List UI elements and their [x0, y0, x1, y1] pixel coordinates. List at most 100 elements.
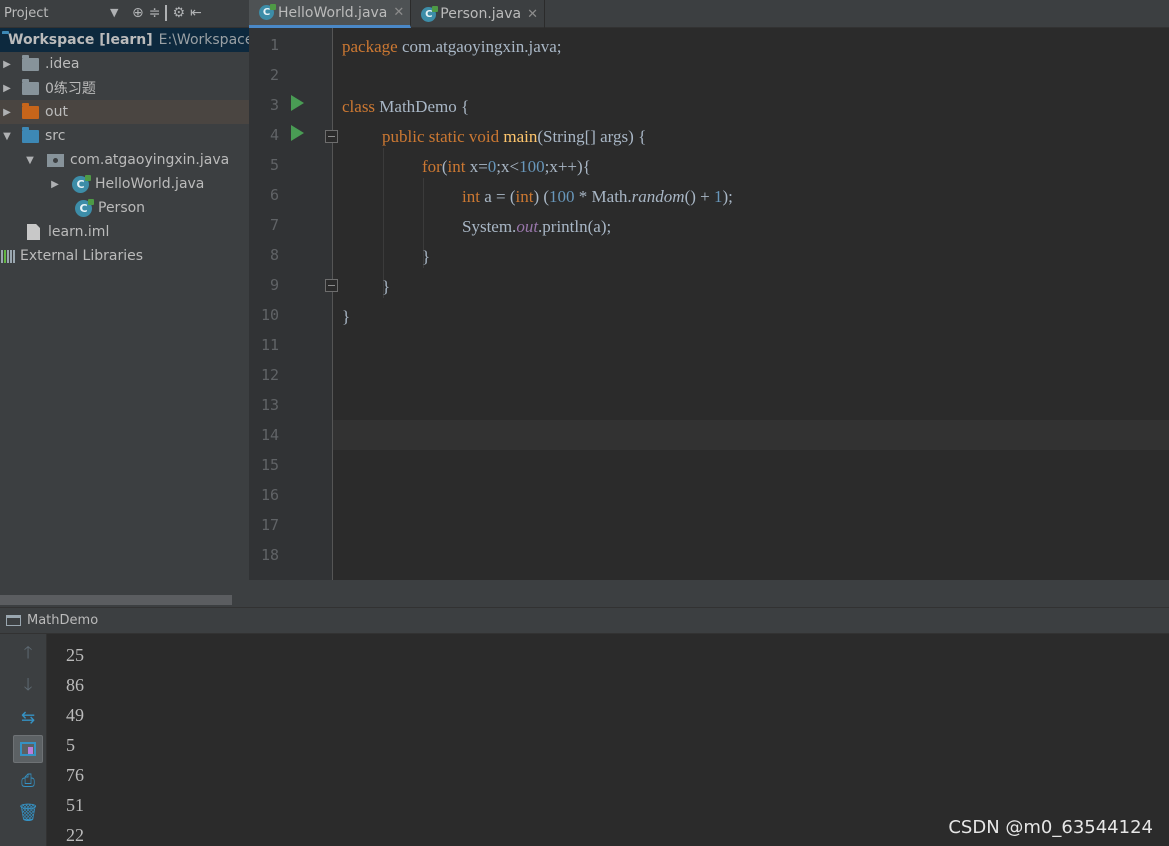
tree-item-helloworld[interactable]: ▶ C HelloWorld.java	[0, 172, 249, 196]
expand-arrow-icon[interactable]: ▶	[0, 59, 14, 70]
fold-icon[interactable]	[325, 279, 338, 292]
line-number: 6	[269, 186, 279, 204]
line-number: 4	[269, 126, 279, 144]
run-toolbar: 🡑 🡓 ⇆ ⎙ 🗑	[0, 634, 47, 846]
close-icon[interactable]: ✕	[393, 5, 404, 20]
line-number: 10	[260, 306, 279, 324]
console-line: 51	[66, 795, 84, 815]
soft-wrap-icon[interactable]: ⇆	[13, 704, 43, 732]
line-number: 8	[269, 246, 279, 264]
tab-person[interactable]: C Person.java ✕	[411, 0, 546, 28]
console-line: 86	[66, 675, 84, 695]
java-class-icon: C	[75, 198, 94, 217]
code-line-7: System.out.println(a);	[462, 217, 612, 236]
scroll-to-end-icon[interactable]	[13, 735, 43, 763]
tree-item-exercises[interactable]: ▶ 0练习题	[0, 76, 249, 100]
print-icon[interactable]: ⎙	[13, 767, 43, 795]
code-line-8: }	[422, 247, 431, 266]
tree-item-external-libraries[interactable]: External Libraries	[0, 244, 249, 268]
tab-label: Person.java	[440, 6, 522, 22]
tab-helloworld[interactable]: C HelloWorld.java ✕	[249, 0, 412, 28]
tree-item-path: E:\Workspace	[158, 32, 249, 48]
tree-item-src[interactable]: ▼ src	[0, 124, 249, 148]
expand-arrow-icon[interactable]: ▶	[48, 179, 62, 190]
line-number: 11	[260, 336, 279, 354]
line-number: 13	[260, 396, 279, 414]
tree-item-out[interactable]: ▶ out	[0, 100, 249, 124]
library-icon	[1, 249, 15, 263]
line-number: 3	[269, 96, 279, 114]
run-class-icon[interactable]	[291, 95, 304, 111]
line-number: 7	[269, 216, 279, 234]
hide-panel-icon[interactable]: ⇤	[190, 5, 202, 21]
tree-item-person[interactable]: C Person	[0, 196, 249, 220]
tree-item-package[interactable]: ▼ com.atgaoyingxin.java	[0, 148, 249, 172]
line-number: 16	[260, 486, 279, 504]
gear-icon[interactable]: ⚙	[172, 5, 185, 21]
toolbar-divider	[165, 5, 168, 21]
tree-item-label: Person	[98, 200, 146, 216]
line-number: 18	[260, 546, 279, 564]
code-line-10: }	[342, 307, 351, 326]
code-line-1: package com.atgaoyingxin.java;	[342, 37, 562, 56]
line-number: 12	[260, 366, 279, 384]
editor-gutter: 1 2 3 4 5 6 7 8 9 10 11 12 13 14 15 16 1…	[249, 28, 338, 580]
console-line: 22	[66, 825, 84, 845]
close-icon[interactable]: ✕	[527, 7, 538, 22]
locate-icon[interactable]: ⊕	[132, 5, 144, 21]
line-number: 5	[269, 156, 279, 174]
folder-icon	[22, 78, 39, 95]
horizontal-scrollbar[interactable]	[0, 595, 232, 605]
dropdown-arrow-icon[interactable]: ▼	[110, 6, 118, 19]
line-number: 14	[260, 426, 279, 444]
package-icon	[47, 153, 64, 167]
tree-item-idea[interactable]: ▶ .idea	[0, 52, 249, 76]
tree-item-label: .idea	[45, 56, 80, 72]
project-view-selector[interactable]: Project	[4, 6, 48, 21]
console-output[interactable]: 25 86 49 5 76 51 22	[47, 634, 1169, 846]
expand-arrow-icon[interactable]: ▶	[0, 107, 14, 118]
java-class-icon: C	[259, 4, 276, 20]
trash-icon[interactable]: 🗑	[13, 799, 43, 827]
console-line: 5	[66, 735, 75, 755]
iml-file-icon	[27, 224, 40, 240]
console-line: 25	[66, 645, 84, 665]
csdn-watermark: CSDN @m0_63544124	[948, 817, 1153, 838]
line-number: 1	[269, 36, 279, 54]
project-panel-header: Project ▼ ⊕ ≑ ⚙ ⇤	[0, 0, 249, 28]
tree-item-label: 0练习题	[45, 81, 96, 97]
editor-tab-bar: C HelloWorld.java ✕ C Person.java ✕	[249, 0, 1169, 28]
current-line-highlight	[333, 420, 1169, 450]
line-number: 2	[269, 66, 279, 84]
down-arrow-icon[interactable]: 🡓	[13, 672, 43, 700]
line-number: 9	[269, 276, 279, 294]
up-arrow-icon[interactable]: 🡑	[13, 640, 43, 668]
tab-label: HelloWorld.java	[278, 4, 388, 21]
code-line-4: public static void main(String[] args) {	[382, 127, 647, 146]
console-line: 76	[66, 765, 84, 785]
expand-arrow-icon[interactable]: ▶	[0, 83, 14, 94]
console-icon	[6, 615, 21, 626]
collapse-arrow-icon[interactable]: ▼	[0, 131, 14, 142]
tree-item-learn-iml[interactable]: learn.iml	[0, 220, 249, 244]
code-line-3: class MathDemo {	[342, 97, 470, 116]
tree-item-label: src	[45, 128, 66, 144]
line-number: 15	[260, 456, 279, 474]
run-main-icon[interactable]	[291, 125, 304, 141]
collapse-all-icon[interactable]: ≑	[149, 5, 161, 21]
code-line-6: int a = (int) (100 * Math.random() + 1);	[462, 187, 733, 206]
source-folder-icon	[22, 126, 39, 143]
tree-item-workspace[interactable]: Workspace [learn] E:\Workspace	[0, 28, 249, 52]
fold-icon[interactable]	[325, 130, 338, 143]
run-panel-header: MathDemo	[0, 607, 1169, 634]
folder-icon	[22, 54, 39, 71]
code-editor[interactable]: 1 2 3 4 5 6 7 8 9 10 11 12 13 14 15 16 1…	[249, 28, 1169, 580]
run-config-tab[interactable]: MathDemo	[27, 613, 98, 628]
java-class-icon: C	[421, 5, 439, 22]
project-tool-window: Project ▼ ⊕ ≑ ⚙ ⇤ Workspace [learn] E:\W…	[0, 0, 249, 607]
collapse-arrow-icon[interactable]: ▼	[23, 155, 37, 166]
code-line-9: }	[382, 277, 391, 296]
tree-item-label: External Libraries	[20, 248, 143, 264]
code-line-5: for(int x=0;x<100;x++){	[422, 157, 591, 176]
tree-item-label: com.atgaoyingxin.java	[70, 152, 230, 168]
